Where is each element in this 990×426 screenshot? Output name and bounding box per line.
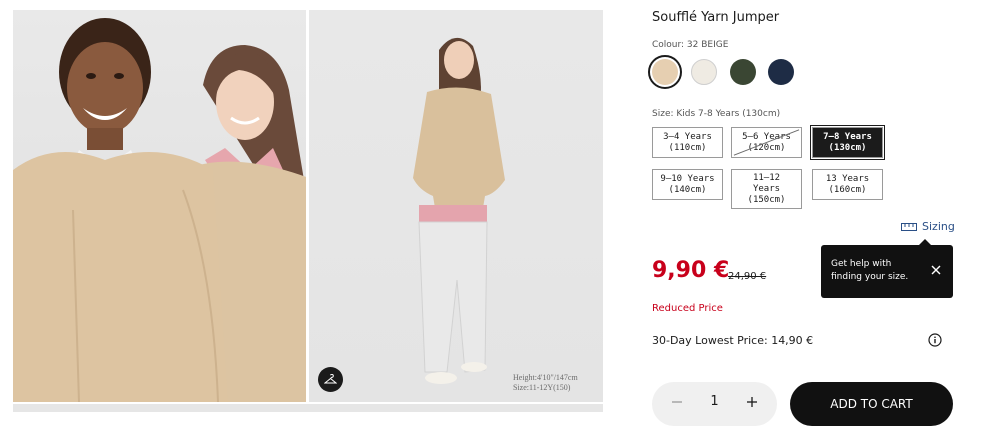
size-label: Size: Kids 7-8 Years (130cm) [652, 109, 781, 119]
model-size-caption: Height:4'10"/147cm Size:11-12Y(150) [513, 373, 578, 393]
sale-price: 9,90 € [652, 258, 730, 283]
quantity-stepper: 1 [652, 382, 777, 426]
size-option-7-8[interactable]: 7–8 Years (130cm) [810, 125, 885, 160]
product-title: Soufflé Yarn Jumper [652, 10, 780, 25]
original-price: 24,90 € [728, 271, 767, 282]
size-option-9-10[interactable]: 9–10 Years (140cm) [652, 169, 723, 200]
size-option-3-4[interactable]: 3–4 Years (110cm) [652, 127, 723, 158]
size-option-5-6-label: 5–6 Years (120cm) [742, 131, 791, 153]
reduced-price-label: Reduced Price [652, 303, 723, 314]
kids-photo-illustration [13, 18, 306, 402]
colour-swatch-off-white[interactable] [691, 59, 717, 85]
colour-swatch-beige[interactable] [648, 55, 682, 89]
close-icon[interactable] [930, 264, 942, 276]
tooltip-text: Get help with finding your size. [831, 259, 909, 282]
lowest-price-note: 30-Day Lowest Price: 14,90 € [652, 334, 814, 347]
decrease-quantity-button[interactable] [670, 395, 684, 409]
colour-label: Colour: 32 BEIGE [652, 40, 729, 50]
plus-icon [747, 397, 757, 407]
full-body-photo-illustration [413, 37, 505, 384]
model-size: Size:11-12Y(150) [513, 383, 571, 392]
size-help-tooltip: Get help with finding your size. [821, 239, 953, 298]
minus-icon [672, 401, 682, 403]
model-height: Height:4'10"/147cm [513, 373, 578, 382]
gallery-next-row [13, 404, 603, 412]
size-option-5-6[interactable]: 5–6 Years (120cm) [731, 127, 802, 158]
size-option-11-12[interactable]: 11–12 Years (150cm) [731, 169, 802, 209]
sizing-link-label: Sizing [922, 220, 955, 233]
product-photo-two-kids[interactable] [13, 10, 306, 402]
quantity-value: 1 [710, 394, 719, 409]
info-icon[interactable] [928, 333, 942, 347]
ruler-icon [901, 222, 917, 231]
add-to-cart-button[interactable]: ADD TO CART [790, 382, 953, 426]
colour-swatch-navy[interactable] [768, 59, 794, 85]
increase-quantity-button[interactable] [745, 395, 759, 409]
colour-swatch-dark-green[interactable] [730, 59, 756, 85]
sizing-link[interactable]: Sizing [901, 220, 955, 233]
product-photo-full-body[interactable] [309, 10, 603, 402]
size-option-13[interactable]: 13 Years (160cm) [812, 169, 883, 200]
hanger-icon[interactable] [318, 367, 343, 392]
